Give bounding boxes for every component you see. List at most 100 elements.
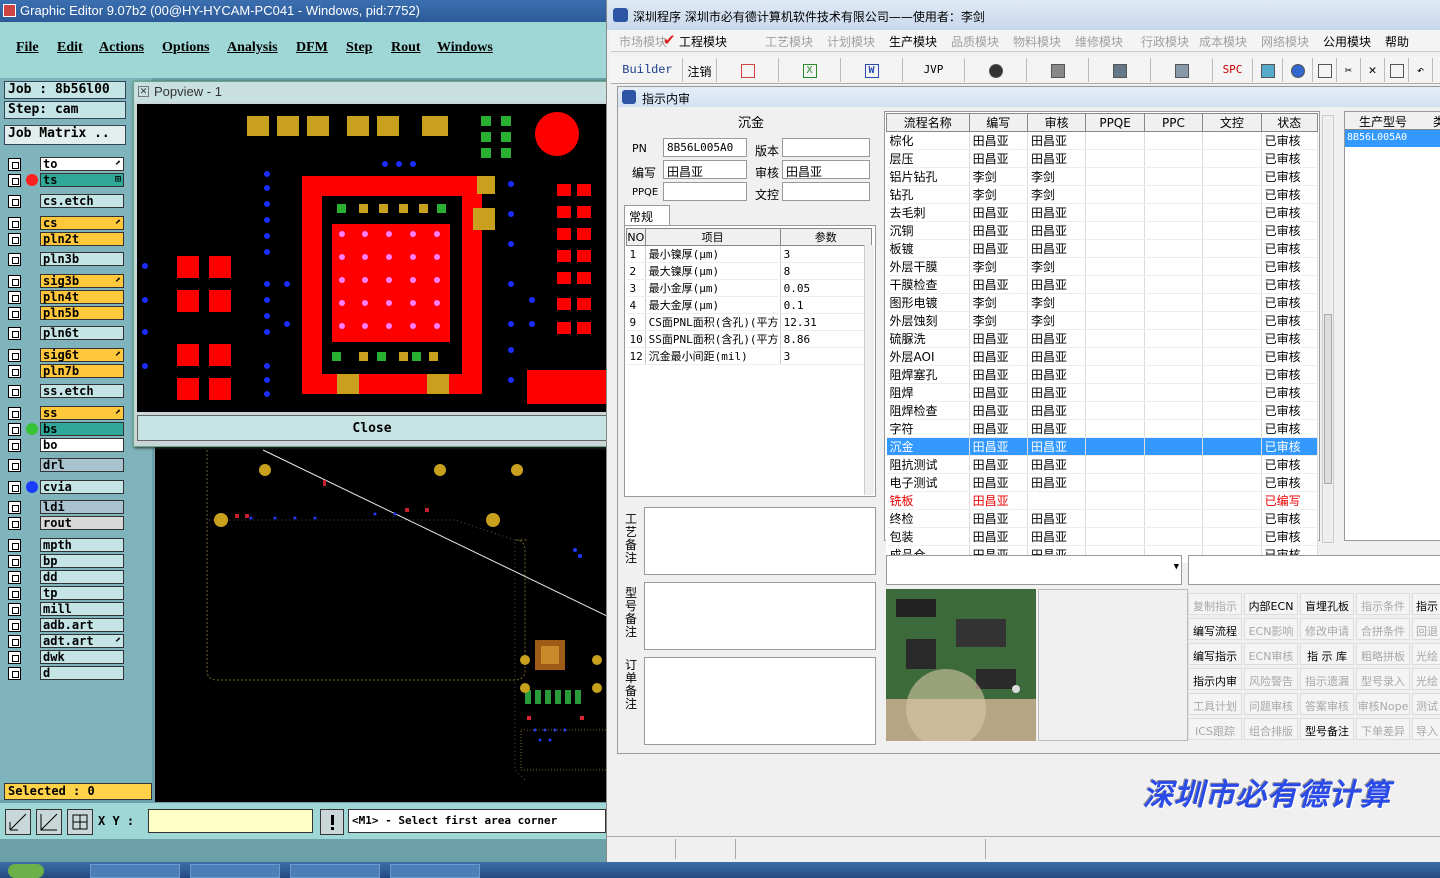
undo-button[interactable]: ↶ — [1409, 58, 1433, 82]
layer-checkbox[interactable] — [8, 349, 21, 362]
layer-row[interactable]: ss.etch — [6, 384, 124, 398]
layer-row[interactable]: bs — [6, 422, 124, 436]
flow-row[interactable]: 阻焊塞孔 田昌亚 田昌亚 已审核 — [886, 365, 1319, 384]
function-button[interactable]: 修改申请 — [1300, 618, 1354, 640]
param-row[interactable]: 10 SS面PNL面积(含孔)(平方 8.86 — [626, 330, 873, 348]
menu-rout[interactable]: Rout — [391, 40, 421, 56]
function-button[interactable]: ECN影响 — [1244, 618, 1298, 640]
alert-button[interactable] — [320, 809, 344, 835]
layer-name[interactable]: mpth — [40, 538, 124, 552]
layer-name[interactable]: dd — [40, 570, 124, 584]
new-button[interactable] — [1313, 58, 1337, 82]
version-field[interactable] — [782, 138, 870, 157]
flow-row[interactable]: 沉铜 田昌亚 田昌亚 已审核 — [886, 221, 1319, 240]
function-button[interactable]: 内部ECN — [1244, 593, 1298, 615]
layer-checkbox[interactable] — [8, 174, 21, 187]
flow-row[interactable]: 沉金 田昌亚 田昌亚 已审核 — [886, 437, 1319, 456]
module-0[interactable]: 市场模块 — [619, 33, 667, 50]
network-button[interactable] — [1089, 58, 1151, 82]
module-2[interactable]: 工艺模块 — [765, 33, 813, 50]
function-button[interactable]: 组合排版 — [1244, 718, 1298, 740]
layer-checkbox[interactable] — [8, 407, 21, 420]
flow-row[interactable]: 硫脲洗 田昌亚 田昌亚 已审核 — [886, 329, 1319, 348]
function-button[interactable]: 指示遗漏 — [1300, 668, 1354, 690]
function-button[interactable]: 测试 — [1412, 693, 1440, 715]
layer-row[interactable]: d — [6, 666, 124, 680]
computer-button[interactable] — [1151, 58, 1213, 82]
layer-checkbox[interactable] — [8, 517, 21, 530]
model-row[interactable]: 8B56L005A0 — [1345, 130, 1440, 147]
search-field[interactable] — [1188, 555, 1440, 585]
layer-checkbox[interactable] — [8, 365, 21, 378]
taskbar-item[interactable] — [390, 864, 480, 878]
job-matrix-button[interactable]: Job Matrix .. — [4, 125, 126, 145]
tool-a-button[interactable] — [1253, 58, 1283, 82]
layer-row[interactable]: pln6t — [6, 326, 124, 340]
layer-row[interactable]: pln4t — [6, 290, 124, 304]
layer-name[interactable]: sig3b ⬈ — [40, 274, 124, 288]
layer-row[interactable]: cvia — [6, 480, 124, 494]
layer-row[interactable]: pln2t — [6, 232, 124, 246]
layer-checkbox[interactable] — [8, 635, 21, 648]
layer-name[interactable]: to ⬈ — [40, 157, 124, 171]
layer-row[interactable]: bp — [6, 554, 124, 568]
layer-row[interactable]: ts ⊞ — [6, 173, 124, 187]
layer-row[interactable]: dd — [6, 570, 124, 584]
param-row[interactable]: 12 沉金最小间距(mil) 3 — [626, 347, 873, 365]
layer-row[interactable]: cs.etch — [6, 194, 124, 208]
layer-checkbox[interactable] — [8, 423, 21, 436]
flow-col-3[interactable]: PPQE — [1085, 113, 1145, 132]
menu-edit[interactable]: Edit — [57, 40, 83, 56]
tool-b-button[interactable] — [1283, 58, 1313, 82]
order-note-box[interactable] — [644, 657, 876, 745]
zoom-fit-button[interactable] — [5, 809, 31, 835]
function-button[interactable]: 光绘 — [1412, 643, 1440, 665]
builder-button[interactable]: Builder — [613, 58, 683, 82]
param-row[interactable]: 3 最小金厚(μm) 0.05 — [626, 279, 873, 297]
layer-name[interactable]: adt.art ⬈ — [40, 634, 124, 648]
flow-col-6[interactable]: 状态 — [1260, 113, 1319, 132]
flow-col-2[interactable]: 审核 — [1026, 113, 1087, 132]
module-10[interactable]: 网络模块 — [1261, 33, 1309, 50]
layer-checkbox[interactable] — [8, 275, 21, 288]
function-button[interactable]: 工具计划 — [1188, 693, 1242, 715]
layer-checkbox[interactable] — [8, 158, 21, 171]
flow-scroll-thumb[interactable] — [1324, 314, 1332, 484]
flow-col-1[interactable]: 编写 — [968, 113, 1028, 132]
flow-row[interactable]: 电子测试 田昌亚 田昌亚 已审核 — [886, 473, 1319, 492]
layer-name[interactable]: cs ⬈ — [40, 216, 124, 230]
xy-input[interactable] — [148, 809, 313, 833]
layer-name[interactable]: bs — [40, 422, 124, 436]
layer-checkbox[interactable] — [8, 385, 21, 398]
flow-row[interactable]: 外层干膜 李剑 李剑 已审核 — [886, 257, 1319, 276]
function-button[interactable]: 盲埋孔板 — [1300, 593, 1354, 615]
layer-row[interactable]: sig3b ⬈ — [6, 274, 124, 288]
layer-checkbox[interactable] — [8, 667, 21, 680]
layer-row[interactable]: dwk — [6, 650, 124, 664]
function-button[interactable]: 指示内审 — [1188, 668, 1242, 690]
taskbar-item[interactable] — [190, 864, 280, 878]
layer-name[interactable]: pln3b — [40, 252, 124, 266]
module-11[interactable]: 公用模块 — [1323, 33, 1371, 50]
layer-row[interactable]: mpth — [6, 538, 124, 552]
delete-button[interactable]: ✕ — [1361, 58, 1385, 82]
menu-dfm[interactable]: DFM — [296, 40, 328, 56]
flow-row[interactable]: 层压 田昌亚 田昌亚 已审核 — [886, 149, 1319, 168]
layer-name[interactable]: pln2t — [40, 232, 124, 246]
col-param[interactable]: 参数 — [779, 228, 873, 246]
excel-button[interactable]: X — [779, 58, 841, 82]
menu-options[interactable]: Options — [162, 40, 209, 56]
layer-checkbox[interactable] — [8, 481, 21, 494]
flow-row[interactable]: 终检 田昌亚 田昌亚 已审核 — [886, 509, 1319, 528]
measure-button[interactable] — [36, 809, 62, 835]
layer-checkbox[interactable] — [8, 217, 21, 230]
col-no[interactable]: NO — [626, 228, 646, 246]
popview-close-button[interactable]: Close — [137, 415, 607, 441]
flow-row[interactable]: 外层AOI 田昌亚 田昌亚 已审核 — [886, 347, 1319, 366]
flow-row[interactable]: 包装 田昌亚 田昌亚 已审核 — [886, 527, 1319, 546]
layer-row[interactable]: ss ⬈ — [6, 406, 124, 420]
layer-name[interactable]: ss.etch — [40, 384, 124, 398]
module-9[interactable]: 成本模块 — [1199, 33, 1247, 50]
layer-name[interactable]: adb.art — [40, 618, 124, 632]
function-button[interactable]: 答案审核 — [1300, 693, 1354, 715]
